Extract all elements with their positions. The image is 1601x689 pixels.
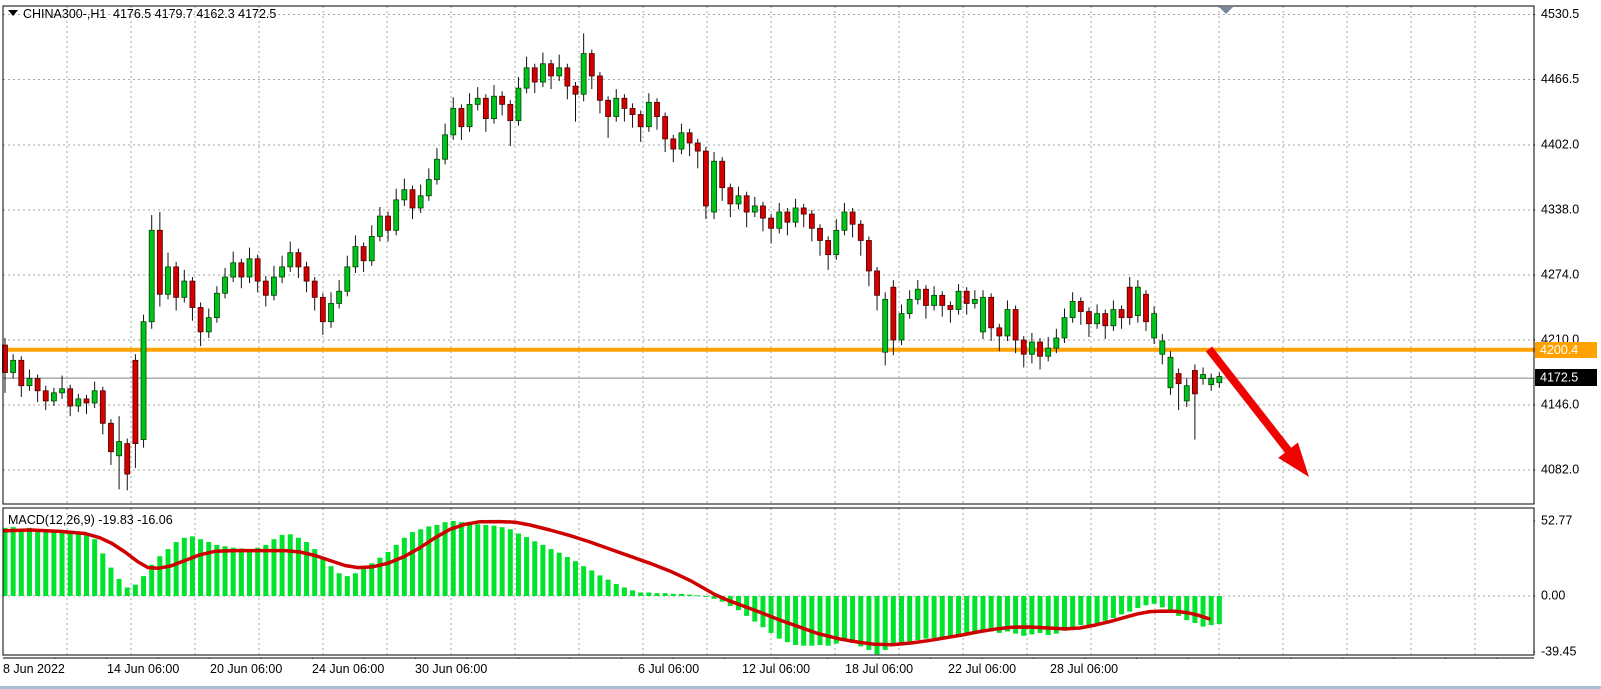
- price-axis-label: 4082.0: [1541, 462, 1579, 476]
- time-axis-label: 6 Jul 06:00: [638, 662, 699, 676]
- time-axis-label: 20 Jun 06:00: [210, 662, 282, 676]
- time-axis-label: 12 Jul 06:00: [742, 662, 810, 676]
- main-panel-border: [3, 6, 1534, 504]
- chart-title-ohlc: 4176.5 4179.7 4162.3 4172.5: [113, 7, 276, 21]
- chart-shift-marker-icon[interactable]: [1219, 7, 1233, 14]
- trend-arrow: [1209, 349, 1309, 477]
- time-axis-label: 28 Jul 06:00: [1050, 662, 1118, 676]
- chart-title-symbol: CHINA300-,H1: [23, 7, 106, 21]
- price-axis-label: 4146.0: [1541, 397, 1579, 411]
- chart-canvas[interactable]: CHINA300-,H1 4176.5 4179.7 4162.3 4172.5…: [0, 0, 1601, 689]
- time-axis-label: 30 Jun 06:00: [415, 662, 487, 676]
- macd-histogram: [3, 521, 1222, 654]
- macd-axis-label: 52.77: [1541, 513, 1572, 527]
- time-axis-label: 24 Jun 06:00: [312, 662, 384, 676]
- macd-axis-label: 0.00: [1541, 588, 1565, 602]
- price-axis-label: 4402.0: [1541, 137, 1579, 151]
- trading-chart-window: CHINA300-,H1 4176.5 4179.7 4162.3 4172.5…: [0, 0, 1601, 689]
- macd-indicator-label: MACD(12,26,9) -19.83 -16.06: [8, 513, 173, 527]
- time-axis-label: 22 Jul 06:00: [948, 662, 1016, 676]
- macd-axis-label: -39.45: [1541, 644, 1576, 658]
- time-axis-label: 14 Jun 06:00: [107, 662, 179, 676]
- time-axis-label: 8 Jun 2022: [3, 662, 65, 676]
- time-axis-label: 18 Jul 06:00: [845, 662, 913, 676]
- level-price-badge-text: 4200.4: [1540, 343, 1578, 357]
- price-axis-label: 4466.5: [1541, 72, 1579, 86]
- candlestick-series: [3, 33, 1222, 490]
- chart-collapse-triangle-icon[interactable]: [8, 10, 18, 16]
- price-axis-label: 4530.5: [1541, 7, 1579, 21]
- level-lines-layer: [3, 350, 1601, 378]
- price-axis-label: 4338.0: [1541, 202, 1579, 216]
- axis-ticks-layer: [55, 14, 1539, 662]
- price-axis-label: 4274.0: [1541, 267, 1579, 281]
- current-price-badge-text: 4172.5: [1540, 370, 1578, 384]
